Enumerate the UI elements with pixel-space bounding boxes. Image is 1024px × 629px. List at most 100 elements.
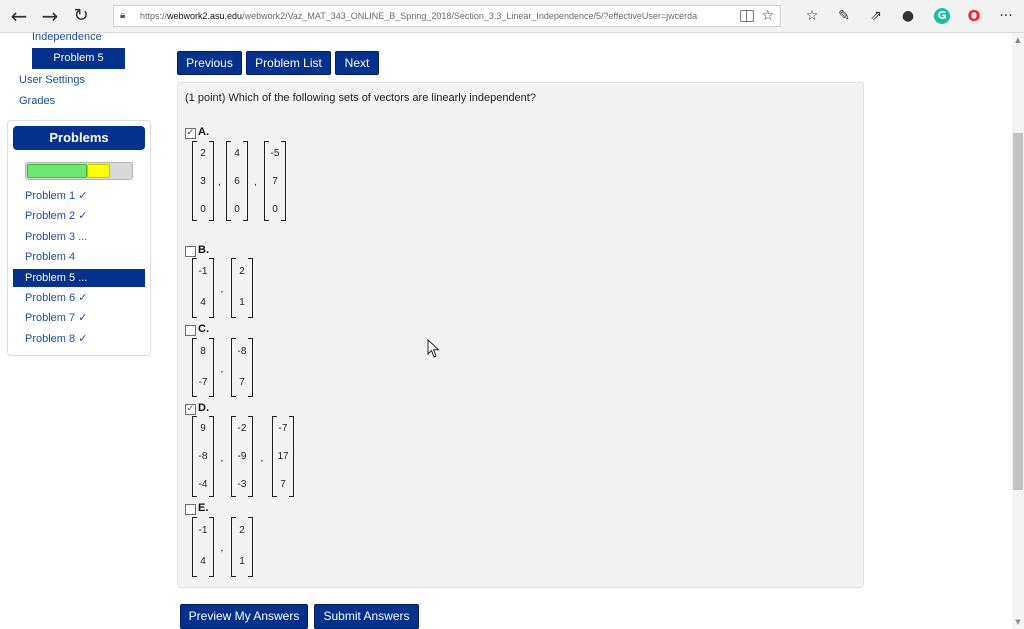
- vector-entry: 2: [200, 148, 206, 159]
- opera-icon[interactable]: O: [964, 6, 984, 26]
- problem-list-item-5[interactable]: Problem 5 ...: [13, 269, 145, 287]
- scrollbar-thumb[interactable]: [1013, 133, 1023, 490]
- problem-list-item-1[interactable]: Problem 1 ✓: [13, 187, 145, 205]
- vector-matrix: 4 6 0: [226, 141, 248, 221]
- previous-button[interactable]: Previous: [177, 51, 242, 75]
- option-checkbox-3[interactable]: [185, 325, 196, 336]
- preview-answers-button[interactable]: Preview My Answers: [180, 604, 308, 629]
- vector-matrix: -7 17 7: [272, 416, 294, 497]
- problem-list-item-4[interactable]: Problem 4: [13, 248, 145, 266]
- vector-matrix: 2 3 0: [192, 141, 214, 221]
- vector-entry: 3: [200, 176, 206, 187]
- favorites-bar-icon[interactable]: ☆: [802, 6, 822, 26]
- vector-entry: -9: [237, 451, 247, 462]
- vector-separator: ,: [220, 363, 224, 375]
- problem-list-button[interactable]: Problem List: [246, 51, 331, 75]
- vector-entry: 7: [280, 479, 286, 490]
- vector-entry: -7: [198, 377, 208, 388]
- vector-entry: 17: [277, 451, 289, 462]
- vector-entry: -8: [237, 346, 247, 357]
- vector-separator: ,: [260, 452, 264, 464]
- sidebar-item-user-settings[interactable]: User Settings: [19, 74, 85, 86]
- mouse-cursor-icon: [427, 339, 440, 358]
- vector-entry: -5: [270, 148, 280, 159]
- vector-entry: 0: [234, 204, 240, 215]
- vector-matrix: -5 7 0: [264, 141, 286, 221]
- vector-entry: 2: [239, 525, 245, 536]
- vector-matrix: 8 -7: [192, 338, 214, 397]
- submit-answers-button[interactable]: Submit Answers: [314, 604, 419, 629]
- problems-panel: Problems Problem 1 ✓ Problem 2 ✓ Problem 3…: [7, 120, 151, 356]
- progress-pending: [87, 164, 111, 178]
- progress-bar: [25, 162, 133, 180]
- option-label-4: D.: [198, 402, 209, 414]
- pen-icon[interactable]: ✎: [834, 6, 854, 26]
- next-button[interactable]: Next: [335, 51, 379, 75]
- vector-separator: ,: [254, 177, 257, 188]
- problems-header: Problems: [13, 126, 145, 150]
- option-checkbox-2[interactable]: [185, 246, 196, 257]
- vector-matrix: -8 7: [231, 338, 253, 397]
- sidebar-item-independence[interactable]: Independence: [32, 31, 102, 43]
- sidebar-item-grades[interactable]: Grades: [19, 95, 55, 107]
- vector-matrix: 21: [231, 517, 253, 577]
- option-checkbox-4[interactable]: ✓: [185, 404, 196, 415]
- vector-separator: ,: [218, 177, 221, 188]
- scroll-up-icon[interactable]: ▲: [1012, 34, 1024, 46]
- vector-entry: -2: [237, 423, 247, 434]
- vector-entry: 0: [200, 204, 206, 215]
- vector-entry: 1: [239, 556, 245, 567]
- option-checkbox-1[interactable]: ✓: [185, 128, 196, 139]
- vector-entry: 7: [239, 377, 245, 388]
- vector-matrix: 21: [231, 258, 253, 318]
- address-bar[interactable]: 🔒︎ https://webwork2.asu.edu/webwork2/Vaz…: [113, 5, 781, 27]
- vector-entry: 4: [200, 556, 206, 567]
- vector-entry: -1: [198, 266, 208, 277]
- vector-entry: 0: [272, 204, 278, 215]
- problem-list-item-7[interactable]: Problem 7 ✓: [13, 309, 145, 327]
- vector-matrix: 9 -8 -4: [192, 416, 214, 497]
- vector-entry: -4: [198, 479, 208, 490]
- vector-entry: -1: [198, 525, 208, 536]
- lock-icon: 🔒︎: [120, 10, 126, 21]
- problem-list-item-3[interactable]: Problem 3 ...: [13, 228, 145, 246]
- question-text: (1 point) Which of the following sets of…: [185, 92, 536, 104]
- reading-view-icon[interactable]: [740, 10, 754, 22]
- extension-icon[interactable]: ●: [898, 6, 918, 26]
- vector-entry: -7: [278, 423, 288, 434]
- vector-entry: 7: [272, 176, 278, 187]
- vector-entry: 1: [239, 297, 245, 308]
- problem-list-item-6[interactable]: Problem 6 ✓: [13, 289, 145, 307]
- option-label-2: B.: [198, 244, 209, 256]
- more-icon[interactable]: ···: [996, 6, 1016, 26]
- vector-entry: -3: [237, 479, 247, 490]
- vector-separator: ,: [220, 284, 224, 295]
- option-label-3: C.: [198, 323, 209, 335]
- browser-toolbar: ← → ↻ 🔒︎ https://webwork2.asu.edu/webwor…: [0, 0, 1024, 33]
- forward-icon[interactable]: →: [37, 4, 63, 28]
- scroll-down-icon[interactable]: ▼: [1012, 616, 1024, 628]
- vector-entry: 2: [239, 266, 245, 277]
- vector-entry: 4: [234, 148, 240, 159]
- back-icon[interactable]: ←: [6, 4, 32, 28]
- vector-separator: ,: [220, 543, 224, 554]
- problem-list-item-2[interactable]: Problem 2 ✓: [13, 207, 145, 225]
- vector-matrix: -1 4: [192, 517, 214, 577]
- favorite-star-icon[interactable]: ☆: [761, 6, 774, 26]
- sidebar-item-problem-5[interactable]: Problem 5: [32, 48, 125, 69]
- vector-entry: -8: [198, 451, 208, 462]
- option-label-5: E.: [198, 502, 209, 514]
- grammarly-icon[interactable]: G: [934, 8, 950, 24]
- url-text: https://webwork2.asu.edu/webwork2/Vaz_MA…: [140, 11, 698, 21]
- option-checkbox-5[interactable]: [185, 504, 196, 515]
- problem-list-item-8[interactable]: Problem 8 ✓: [13, 330, 145, 348]
- vector-entry: 8: [200, 346, 206, 357]
- vector-matrix: -2 -9 -3: [231, 416, 253, 497]
- vector-entry: 4: [200, 297, 206, 308]
- vector-matrix: -1 4: [192, 258, 214, 318]
- share-icon[interactable]: ⇗: [866, 6, 886, 26]
- vector-entry: 6: [234, 176, 240, 187]
- progress-correct: [27, 164, 88, 178]
- refresh-icon[interactable]: ↻: [68, 4, 94, 28]
- vector-entry: 9: [200, 423, 206, 434]
